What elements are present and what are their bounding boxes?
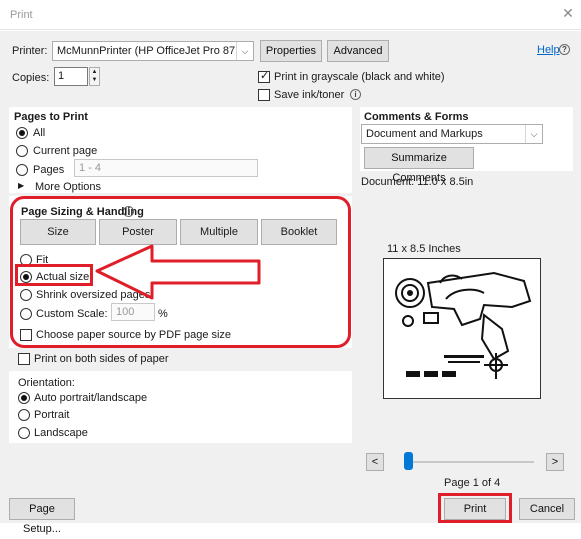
chevron-down-icon: ⌵ — [525, 125, 542, 143]
summarize-comments-button[interactable]: Summarize Comments — [364, 147, 474, 184]
printer-select[interactable]: McMunnPrinter (HP OfficeJet Pro 8710) ⌵ — [52, 41, 254, 61]
current-page-radio[interactable] — [16, 145, 28, 157]
print-preview — [383, 258, 541, 399]
auto-orientation-label: Auto portrait/landscape — [34, 392, 148, 404]
info-icon[interactable]: i — [350, 89, 361, 100]
cancel-button[interactable]: Cancel — [519, 498, 575, 520]
print-highlight-box — [438, 493, 512, 523]
document-size: Document: 11.0 x 8.5in — [361, 176, 474, 188]
chevron-down-icon: ⌵ — [236, 42, 253, 60]
copies-input[interactable]: 1 — [54, 67, 88, 86]
auto-orientation-radio[interactable] — [18, 392, 30, 404]
pages-to-print-title: Pages to Print — [14, 111, 88, 123]
arrow-icon — [95, 244, 261, 300]
landscape-label: Landscape — [34, 427, 88, 439]
grayscale-label: Print in grayscale (black and white) — [274, 71, 445, 83]
more-options-link[interactable]: More Options — [35, 181, 101, 193]
comments-title: Comments & Forms — [364, 111, 469, 123]
save-ink-label: Save ink/toner — [274, 89, 345, 101]
portrait-radio[interactable] — [18, 409, 30, 421]
expand-arrow-icon[interactable]: ▶ — [18, 181, 24, 190]
pages-radio[interactable] — [16, 164, 28, 176]
preview-size-label: 11 x 8.5 Inches — [387, 243, 461, 255]
advanced-button[interactable]: Advanced — [327, 40, 389, 62]
portrait-label: Portrait — [34, 409, 70, 421]
current-page-label: Current page — [33, 145, 98, 157]
help-icon[interactable]: ? — [559, 44, 570, 55]
previous-page-button[interactable]: < — [366, 453, 384, 471]
comments-selected: Document and Markups — [366, 128, 483, 140]
copies-stepper[interactable]: ▲ ▼ — [89, 67, 100, 86]
page-indicator: Page 1 of 4 — [444, 477, 501, 489]
actual-size-highlight-box — [15, 264, 93, 286]
all-label: All — [33, 127, 46, 139]
pages-range-input[interactable]: 1 - 4 — [74, 159, 258, 177]
title-bar — [0, 0, 581, 30]
next-page-button[interactable]: > — [546, 453, 564, 471]
window-title: Print — [10, 9, 33, 21]
printer-value: McMunnPrinter (HP OfficeJet Pro 8710) — [57, 45, 252, 57]
pages-label: Pages — [33, 164, 65, 176]
duplex-label: Print on both sides of paper — [34, 353, 169, 365]
duplex-checkbox[interactable] — [18, 353, 30, 365]
copies-label: Copies: — [12, 72, 50, 84]
preview-illustration-icon — [395, 271, 532, 379]
page-setup-button[interactable]: Page Setup... — [9, 498, 75, 535]
page-slider-thumb[interactable] — [404, 452, 413, 470]
printer-label: Printer: — [12, 45, 48, 57]
orientation-title: Orientation: — [18, 377, 75, 389]
grayscale-checkbox[interactable] — [258, 69, 270, 83]
properties-button[interactable]: Properties — [260, 40, 322, 62]
landscape-radio[interactable] — [18, 427, 30, 439]
close-icon[interactable]: ✕ — [561, 6, 575, 20]
comments-select[interactable]: Document and Markups ⌵ — [361, 124, 543, 144]
help-link[interactable]: Help — [537, 44, 560, 56]
page-slider-track[interactable] — [412, 461, 534, 463]
save-ink-checkbox[interactable] — [258, 89, 270, 101]
all-radio[interactable] — [16, 127, 28, 139]
